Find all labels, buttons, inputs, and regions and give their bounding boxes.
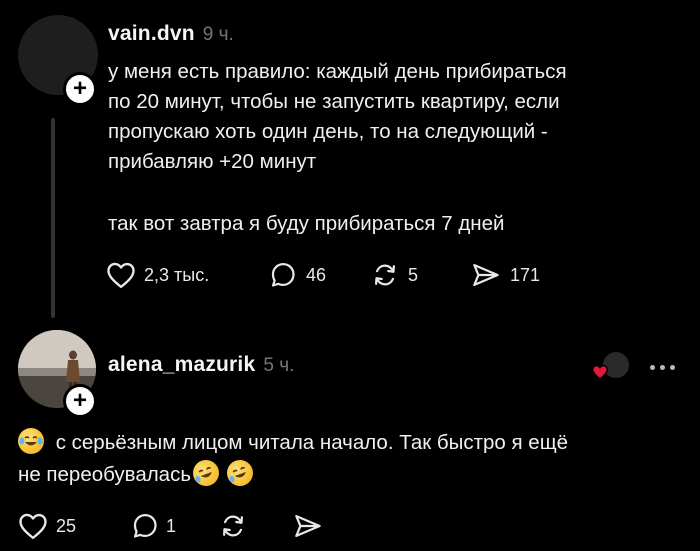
- send-icon: [295, 514, 321, 538]
- post-text: у меня есть правило: каждый день прибира…: [108, 60, 567, 173]
- username[interactable]: alena_mazurik: [108, 353, 255, 376]
- comment-icon: [133, 514, 157, 538]
- timestamp: 5 ч.: [263, 355, 295, 376]
- repost-icon: [223, 515, 243, 537]
- like-button[interactable]: 2,3 тыс.: [106, 261, 209, 289]
- comment-button[interactable]: 1: [130, 512, 176, 540]
- follow-plus-button[interactable]: +: [63, 72, 97, 106]
- comment-header: alena_mazurik 5 ч.: [108, 353, 294, 377]
- more-options-button[interactable]: [650, 360, 680, 374]
- more-dots-icon: [660, 364, 665, 370]
- like-count: 25: [56, 515, 77, 536]
- share-button[interactable]: [292, 512, 324, 540]
- comment-button[interactable]: 46: [268, 261, 326, 289]
- comment-count: 1: [166, 515, 177, 536]
- repost-button[interactable]: [218, 512, 248, 540]
- post-text-continued: так вот завтра я буду прибираться 7 дней: [108, 212, 505, 235]
- comment-text: с серьёзным лицом читала начало. Так быс…: [18, 427, 698, 491]
- comment-text-line2: не переобувалась: [18, 463, 192, 486]
- heart-icon: [19, 513, 47, 540]
- send-icon: [473, 263, 499, 287]
- heart-icon: [591, 364, 609, 380]
- joy-tears-emoji: [18, 428, 44, 454]
- heart-icon: [107, 262, 135, 289]
- post-header: vain.dvn 9 ч.: [108, 22, 234, 46]
- follow-plus-button[interactable]: +: [63, 384, 97, 418]
- more-dots-icon: [650, 364, 655, 370]
- repost-button[interactable]: 5: [370, 261, 418, 289]
- like-button[interactable]: 25: [18, 512, 76, 540]
- thread-line: [51, 118, 55, 318]
- comment-text-line1: с серьёзным лицом читала начало. Так быс…: [55, 431, 568, 454]
- author-liked-indicator: [589, 352, 631, 382]
- comment-count: 46: [306, 264, 327, 285]
- share-button[interactable]: 171: [470, 261, 540, 289]
- like-count: 2,3 тыс.: [144, 264, 210, 285]
- more-dots-icon: [670, 364, 675, 370]
- comment-icon: [271, 263, 295, 287]
- timestamp: 9 ч.: [202, 24, 234, 45]
- share-count: 171: [510, 264, 541, 285]
- username[interactable]: vain.dvn: [108, 22, 195, 45]
- rofl-emoji: [189, 456, 223, 490]
- rofl-emoji: [223, 456, 257, 490]
- repost-icon: [375, 264, 395, 286]
- repost-count: 5: [408, 264, 419, 285]
